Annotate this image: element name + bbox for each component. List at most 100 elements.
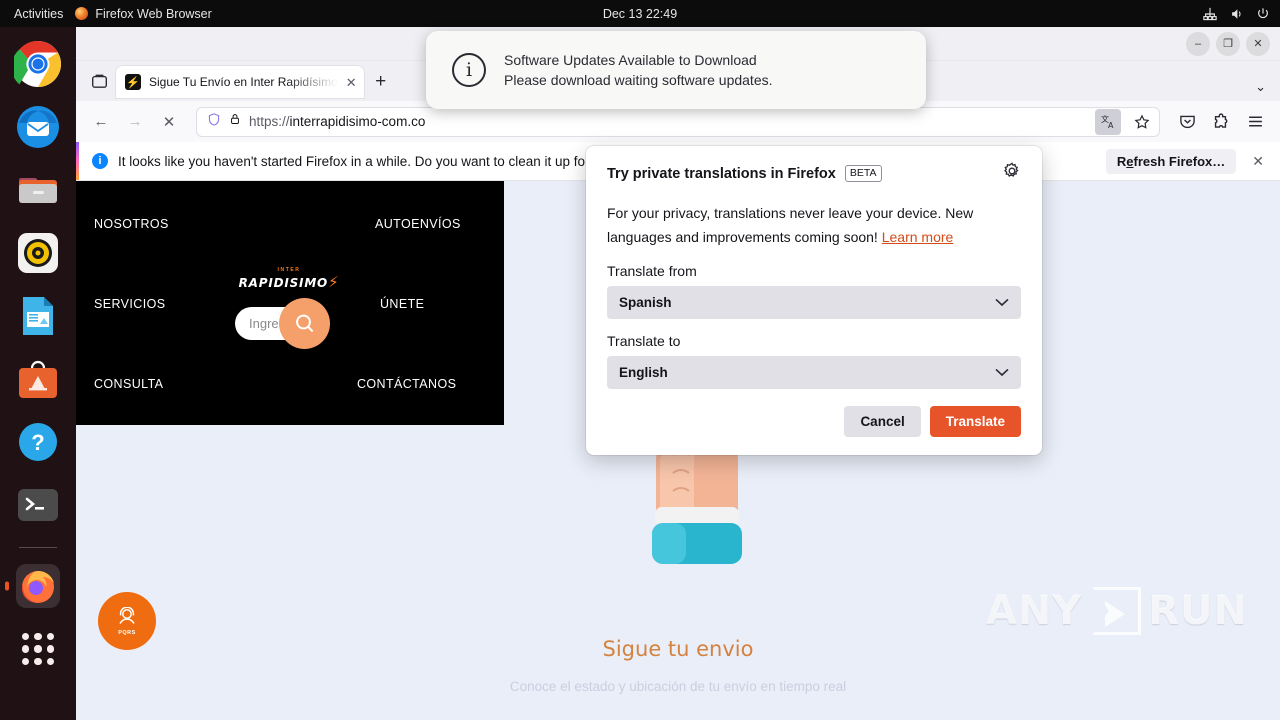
extensions-icon[interactable]: [1206, 107, 1236, 137]
lock-icon[interactable]: [229, 112, 241, 131]
thunderbird-icon: [17, 106, 59, 148]
info-icon: i: [92, 153, 108, 169]
browser-tab[interactable]: ⚡ Sigue Tu Envío en Inter Rapidísimo ✕: [116, 66, 364, 98]
beta-badge: BETA: [844, 165, 882, 182]
search-placeholder: Ingre: [249, 316, 279, 331]
translation-panel-header: Try private translations in Firefox BETA: [607, 162, 1021, 185]
back-button[interactable]: ←: [86, 107, 116, 137]
dock-separator: [19, 547, 57, 548]
magnifier-icon: [295, 314, 313, 332]
active-app-label: Firefox Web Browser: [95, 6, 212, 21]
volume-icon[interactable]: [1229, 7, 1244, 21]
desktop-screen: Activities Firefox Web Browser Dec 13 22…: [0, 0, 1280, 720]
url-text[interactable]: https://interrapidisimo-com.co: [249, 114, 1087, 129]
address-bar[interactable]: https://interrapidisimo-com.co 文 A: [196, 106, 1160, 137]
dock-item-files[interactable]: [14, 166, 62, 214]
ubuntu-software-icon: [19, 360, 57, 398]
maximize-button[interactable]: ❐: [1216, 32, 1240, 56]
runner-icon: ⚡: [328, 273, 340, 291]
site-logo[interactable]: INTER RAPIDISIMO⚡: [234, 267, 344, 291]
pqrs-label: PQRS: [118, 629, 136, 636]
close-button[interactable]: ✕: [1246, 32, 1270, 56]
tab-favicon: ⚡: [125, 74, 141, 90]
help-icon: ?: [19, 423, 57, 461]
translate-from-select[interactable]: Spanish: [607, 286, 1021, 320]
dock-item-terminal[interactable]: [14, 481, 62, 529]
dock-item-google-chrome[interactable]: [14, 40, 62, 88]
dock-item-show-applications[interactable]: [14, 625, 62, 673]
notification-close-icon[interactable]: ✕: [1246, 153, 1270, 170]
svg-text:?: ?: [31, 430, 44, 455]
gear-icon[interactable]: [1003, 162, 1021, 185]
translate-from-label: Translate from: [607, 263, 697, 280]
new-tab-button[interactable]: +: [366, 67, 396, 97]
active-app-menu[interactable]: Firefox Web Browser: [75, 6, 212, 21]
page-subheading: Conoce el estado y ubicación de tu envío…: [509, 679, 847, 694]
chevron-down-icon: [995, 296, 1009, 310]
learn-more-link[interactable]: Learn more: [882, 229, 954, 245]
rhythmbox-icon: [18, 233, 58, 273]
page-heading: Sigue tu envio: [602, 637, 754, 661]
pocket-icon[interactable]: [1172, 107, 1202, 137]
dock-item-firefox[interactable]: [14, 562, 62, 610]
notification-text: Please download waiting software updates…: [504, 72, 773, 88]
refresh-firefox-button[interactable]: Refresh Firefox…: [1105, 148, 1237, 174]
translation-description: For your privacy, translations never lea…: [607, 201, 1021, 249]
window-controls: – ❐ ✕: [1186, 32, 1270, 56]
tab-title: Sigue Tu Envío en Inter Rapidísimo: [149, 75, 338, 89]
software-update-notification[interactable]: i Software Updates Available to Download…: [426, 31, 926, 109]
forward-button[interactable]: →: [120, 107, 150, 137]
tab-close-icon[interactable]: ✕: [346, 76, 357, 89]
chrome-icon: [14, 40, 61, 87]
dock-item-ubuntu-software[interactable]: [14, 355, 62, 403]
files-icon: [19, 178, 57, 203]
system-tray[interactable]: [1203, 7, 1270, 21]
hamburger-menu-icon[interactable]: [1240, 107, 1270, 137]
nav-link-nosotros[interactable]: NOSOTROS: [94, 217, 169, 231]
firefox-view-icon[interactable]: [84, 66, 114, 96]
gnome-top-bar: Activities Firefox Web Browser Dec 13 22…: [0, 0, 1280, 27]
dock-item-libreoffice-impress[interactable]: [14, 292, 62, 340]
activities-button[interactable]: Activities: [0, 7, 75, 21]
minimize-button[interactable]: –: [1186, 32, 1210, 56]
cancel-button[interactable]: Cancel: [844, 406, 921, 438]
power-icon[interactable]: [1256, 7, 1270, 21]
watermark-any: ANY: [985, 588, 1083, 634]
headset-agent-icon: [119, 606, 135, 624]
translate-to-label: Translate to: [607, 333, 681, 350]
translate-to-select[interactable]: English: [607, 356, 1021, 390]
nav-link-unete[interactable]: ÚNETE: [380, 297, 424, 311]
search-button[interactable]: [279, 298, 330, 349]
translation-panel-actions: Cancel Translate: [607, 406, 1021, 438]
chevron-down-icon: [995, 366, 1009, 380]
list-all-tabs-icon[interactable]: ⌄: [1255, 79, 1266, 95]
apps-grid-icon: [14, 625, 62, 673]
network-icon[interactable]: [1203, 7, 1217, 21]
firefox-icon: [16, 564, 60, 608]
dock-item-thunderbird[interactable]: [14, 103, 62, 151]
nav-link-contactanos[interactable]: CONTÁCTANOS: [357, 377, 456, 391]
site-navigation: NOSOTROS AUTOENVÍOS SERVICIOS ÚNETE CONS…: [76, 181, 504, 425]
libreoffice-impress-icon: [23, 297, 53, 335]
nav-link-consulta[interactable]: CONSULTA: [94, 377, 163, 391]
shield-icon[interactable]: [207, 112, 221, 132]
svg-text:A: A: [1108, 121, 1114, 130]
pqrs-support-button[interactable]: PQRS: [98, 592, 156, 650]
translate-button[interactable]: Translate: [929, 406, 1021, 438]
star-icon[interactable]: [1129, 109, 1155, 135]
dock-item-rhythmbox[interactable]: [14, 229, 62, 277]
translate-from-value: Spanish: [619, 295, 672, 311]
translate-icon[interactable]: 文 A: [1095, 108, 1121, 135]
stop-button[interactable]: ✕: [154, 107, 184, 137]
dock-item-help[interactable]: ?: [14, 418, 62, 466]
nav-link-servicios[interactable]: SERVICIOS: [94, 297, 165, 311]
play-icon: [1092, 587, 1142, 635]
watermark-run: RUN: [1148, 588, 1248, 634]
translation-panel: Try private translations in Firefox BETA…: [586, 146, 1042, 456]
logo-main-text: RAPIDISIMO⚡: [238, 273, 340, 291]
firefox-icon: [75, 7, 89, 20]
ubuntu-dock: ?: [0, 27, 76, 720]
terminal-icon: [18, 489, 58, 521]
translation-panel-title: Try private translations in Firefox: [607, 165, 836, 182]
nav-link-autoenvios[interactable]: AUTOENVÍOS: [375, 217, 461, 231]
